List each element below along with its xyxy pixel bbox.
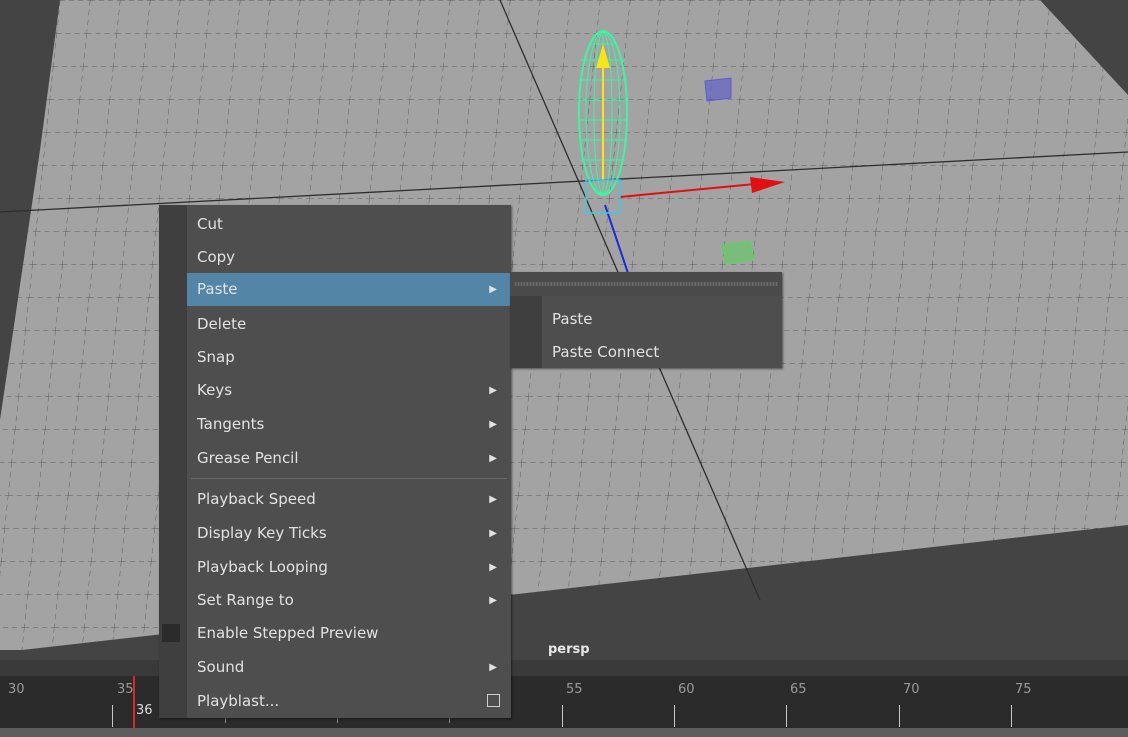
menu-item-display-key-ticks[interactable]: Display Key Ticks ▶: [187, 517, 511, 550]
frame-number: 75: [1015, 682, 1032, 697]
menu-item-label: Delete: [197, 315, 247, 333]
submenu-arrow-icon: ▶: [489, 662, 497, 673]
menu-item-snap[interactable]: Snap: [187, 341, 511, 374]
submenu-arrow-icon: ▶: [489, 419, 497, 430]
submenu-arrow-icon: ▶: [489, 453, 497, 464]
submenu-item-paste-connect[interactable]: Paste Connect: [542, 336, 782, 369]
menu-item-playback-looping[interactable]: Playback Looping ▶: [187, 551, 511, 584]
timeline-tick: [1011, 705, 1012, 727]
submenu-arrow-icon: ▶: [489, 494, 497, 505]
menu-item-enable-stepped-preview[interactable]: Enable Stepped Preview: [187, 617, 511, 650]
timeline-tick: [674, 705, 675, 727]
tear-off-bar[interactable]: [510, 272, 782, 296]
range-slider-bar[interactable]: [0, 728, 1128, 737]
menu-item-sound[interactable]: Sound ▶: [187, 651, 511, 684]
menu-item-grease-pencil[interactable]: Grease Pencil ▶: [187, 442, 511, 475]
menu-item-label: Tangents: [197, 415, 265, 433]
timeline-tick: [786, 705, 787, 727]
menu-item-label: Enable Stepped Preview: [197, 624, 379, 642]
menu-item-playback-speed[interactable]: Playback Speed ▶: [187, 483, 511, 516]
submenu-arrow-icon: ▶: [489, 284, 497, 295]
menu-item-keys[interactable]: Keys ▶: [187, 374, 511, 407]
frame-number: 55: [566, 682, 583, 697]
blue-locator-icon[interactable]: [704, 77, 732, 102]
menu-item-label: Playback Speed: [197, 490, 316, 508]
frame-number: 65: [790, 682, 807, 697]
menu-item-label: Display Key Ticks: [197, 524, 327, 542]
stepped-preview-checkbox[interactable]: [162, 624, 180, 642]
menu-item-playblast[interactable]: Playblast...: [187, 685, 511, 718]
frame-number: 70: [903, 682, 920, 697]
menu-item-label: Paste Connect: [552, 343, 660, 361]
frame-number: 35: [117, 682, 134, 697]
menu-item-cut[interactable]: Cut: [187, 208, 511, 241]
menu-item-delete[interactable]: Delete: [187, 308, 511, 341]
menu-item-paste[interactable]: Paste ▶: [187, 273, 511, 306]
menu-item-label: Copy: [197, 248, 236, 266]
menu-item-set-range-to[interactable]: Set Range to ▶: [187, 584, 511, 617]
submenu-arrow-icon: ▶: [489, 595, 497, 606]
context-menu: Cut Copy Paste ▶ Delete Snap Keys ▶ Tang…: [159, 205, 511, 718]
submenu-arrow-icon: ▶: [489, 528, 497, 539]
menu-gutter: [510, 296, 542, 368]
current-frame-marker[interactable]: [133, 676, 135, 731]
current-frame-label: 36: [136, 703, 153, 718]
timeline-tick: [562, 705, 563, 727]
menu-item-copy[interactable]: Copy: [187, 241, 511, 274]
menu-separator: [191, 478, 507, 479]
menu-item-label: Cut: [197, 215, 223, 233]
menu-item-label: Grease Pencil: [197, 449, 299, 467]
frame-number: 30: [8, 682, 25, 697]
frame-number: 60: [678, 682, 695, 697]
submenu-arrow-icon: ▶: [489, 562, 497, 573]
menu-item-label: Set Range to: [197, 591, 294, 609]
menu-item-label: Paste: [552, 310, 593, 328]
menu-item-label: Paste: [197, 280, 238, 298]
playblast-options-box[interactable]: [487, 694, 500, 707]
timeline-tick: [899, 705, 900, 727]
menu-item-label: Sound: [197, 658, 245, 676]
submenu-item-paste[interactable]: Paste: [542, 303, 782, 336]
menu-item-tangents[interactable]: Tangents ▶: [187, 408, 511, 441]
menu-item-label: Snap: [197, 348, 235, 366]
paste-submenu: Paste Paste Connect: [510, 272, 782, 368]
timeline-tick: [112, 705, 113, 727]
menu-item-label: Playblast...: [197, 692, 280, 710]
menu-item-label: Playback Looping: [197, 558, 328, 576]
camera-label: persp: [548, 642, 590, 657]
menu-item-label: Keys: [197, 381, 233, 399]
submenu-arrow-icon: ▶: [489, 385, 497, 396]
